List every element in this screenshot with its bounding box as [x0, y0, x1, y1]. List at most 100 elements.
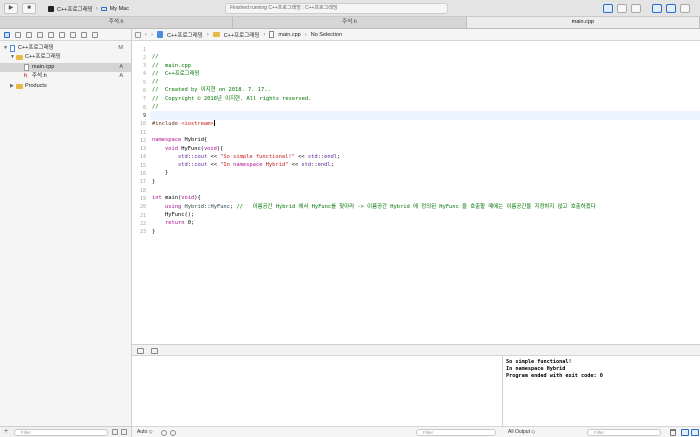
nav-products-row[interactable]: ▶ Products: [0, 82, 131, 91]
nav-file-header[interactable]: h 주석.h A: [0, 72, 131, 81]
nav-file-main-cpp[interactable]: main.cpp A: [0, 63, 131, 72]
console-toggle-icon[interactable]: [691, 429, 699, 436]
disclosure-closed-icon[interactable]: ▶: [10, 82, 14, 91]
line-number[interactable]: 18: [140, 188, 146, 194]
console-output-select[interactable]: All Output ◇: [508, 429, 535, 435]
source-control-filter-icon[interactable]: [121, 429, 127, 435]
line-number[interactable]: 11: [140, 130, 146, 136]
console-footer: All Output ◇ Filter: [503, 426, 700, 437]
console-view[interactable]: So simple functional! In namespace Hybri…: [503, 356, 700, 437]
utilities-toggle-icon[interactable]: [680, 4, 690, 13]
line-number[interactable]: 23: [140, 229, 146, 235]
disclosure-open-icon[interactable]: ▼: [10, 53, 15, 62]
debug-area-toggle-icon[interactable]: [666, 4, 676, 13]
line-number[interactable]: 8: [143, 105, 146, 111]
symbol-icon[interactable]: [26, 31, 32, 38]
code-line: // main.cpp: [152, 62, 191, 69]
breakpoints-toggle-icon[interactable]: [151, 348, 158, 354]
line-number[interactable]: 5: [143, 80, 146, 86]
breadcrumb-symbol[interactable]: No Selection: [311, 32, 342, 38]
line-number-gutter: 1 2 3 4 5 6 7 8 9 10 11 12 13 14 15 16 17 18 19 20 21 22 23: [132, 41, 150, 344]
nav-group-row[interactable]: ▼ C++프로그래밍: [0, 53, 131, 62]
source-control-icon[interactable]: [15, 31, 21, 38]
activity-status: Finished running C++프로그래밍 : C++프로그래밍: [225, 3, 448, 14]
line-number[interactable]: 21: [140, 213, 146, 219]
quicklook-icon[interactable]: [170, 430, 176, 436]
code-line: }: [152, 178, 156, 185]
tab-header-2[interactable]: 주석.h: [233, 17, 467, 28]
navigator-toggle-icon[interactable]: [652, 4, 662, 13]
variables-scope-select[interactable]: Auto ◇: [137, 429, 153, 435]
line-number[interactable]: 1: [143, 47, 146, 53]
line-number[interactable]: 9: [143, 113, 146, 119]
trash-icon[interactable]: [670, 429, 676, 436]
line-number[interactable]: 2: [143, 55, 146, 61]
line-number[interactable]: 20: [140, 204, 146, 210]
breadcrumb-group[interactable]: C++프로그래밍: [224, 31, 260, 39]
line-number[interactable]: 15: [140, 163, 146, 169]
folder-icon: [16, 84, 23, 89]
line-number[interactable]: 7: [143, 96, 146, 102]
code-line: void HyFunc(void){: [164, 145, 224, 152]
line-number[interactable]: 6: [143, 88, 146, 94]
project-icon: [10, 45, 15, 52]
modified-badge: M: [118, 45, 123, 51]
line-number[interactable]: 10: [140, 121, 146, 127]
back-icon[interactable]: ‹: [145, 32, 147, 38]
source-editor[interactable]: 1 2 3 4 5 6 7 8 9 10 11 12 13 14 15 16 17 18 19 20 21 22 23 //…: [132, 41, 700, 344]
line-number[interactable]: 19: [140, 196, 146, 202]
debug-icon[interactable]: [70, 31, 76, 38]
line-number[interactable]: 16: [140, 171, 146, 177]
line-number[interactable]: 4: [143, 71, 146, 77]
info-icon[interactable]: [161, 430, 167, 436]
line-number[interactable]: 22: [140, 221, 146, 227]
version-editor-icon[interactable]: [631, 4, 641, 13]
code-line: //: [152, 104, 159, 111]
added-badge: A: [119, 73, 123, 79]
console-filter-input[interactable]: Filter: [587, 429, 661, 436]
chevron-right-icon: ›: [263, 31, 266, 38]
recent-files-icon[interactable]: [112, 429, 118, 435]
assistant-editor-icon[interactable]: [617, 4, 627, 13]
debug-bar: [132, 344, 700, 356]
stop-button[interactable]: ■: [22, 3, 36, 14]
code-line: #include <iostream>: [152, 120, 215, 127]
code-line: std::cout << "So simple functional!" << …: [177, 153, 341, 160]
variables-toggle-icon[interactable]: [681, 429, 689, 436]
chevron-right-icon: ›: [304, 31, 307, 38]
console-output: So simple functional! In namespace Hybri…: [506, 359, 603, 379]
code-line: // Copyright © 2018년 이지현. All rights res…: [152, 95, 312, 102]
nav-filter-input[interactable]: Filter: [14, 429, 108, 436]
line-number[interactable]: 3: [143, 63, 146, 69]
folder-icon[interactable]: [4, 31, 10, 38]
standard-editor-icon[interactable]: [603, 4, 613, 13]
variables-view[interactable]: Auto ◇ Filter: [132, 356, 503, 437]
breakpoint-icon[interactable]: [81, 31, 87, 38]
cpp-file-icon: [269, 31, 275, 38]
breadcrumb-project[interactable]: C++프로그래밍: [167, 31, 203, 39]
related-items-icon[interactable]: [135, 31, 141, 38]
code-line: namespace Hybrid{: [152, 137, 208, 144]
variables-filter-input[interactable]: Filter: [416, 429, 496, 436]
run-button[interactable]: ▶: [4, 3, 18, 14]
scheme-selector[interactable]: C++프로그래밍 › My Mac: [48, 3, 129, 14]
variables-footer: Auto ◇ Filter: [132, 426, 503, 437]
test-icon[interactable]: [59, 31, 65, 38]
tab-header-1[interactable]: 주석.h: [0, 17, 234, 28]
tab-main-cpp[interactable]: main.cpp: [466, 17, 700, 28]
issue-icon[interactable]: [48, 31, 54, 38]
line-number[interactable]: 12: [140, 138, 146, 144]
add-icon[interactable]: +: [4, 428, 8, 435]
line-number[interactable]: 13: [140, 146, 146, 152]
find-icon[interactable]: [37, 31, 43, 38]
breadcrumb-file[interactable]: main.cpp: [278, 32, 300, 38]
nav-project-row[interactable]: ▼ C++프로그래밍 M: [0, 44, 131, 53]
source-code[interactable]: // // main.cpp // C++프로그래밍 // // Created…: [152, 45, 596, 252]
disclosure-open-icon[interactable]: ▼: [3, 44, 8, 53]
project-navigator: ▼ C++프로그래밍 M ▼ C++프로그래밍 main.cpp A h 주석.…: [0, 29, 132, 437]
line-number[interactable]: 17: [140, 179, 146, 185]
forward-icon[interactable]: ›: [151, 32, 153, 38]
hide-debug-area-icon[interactable]: [137, 348, 144, 354]
line-number[interactable]: 14: [140, 154, 146, 160]
report-icon[interactable]: [92, 31, 98, 38]
